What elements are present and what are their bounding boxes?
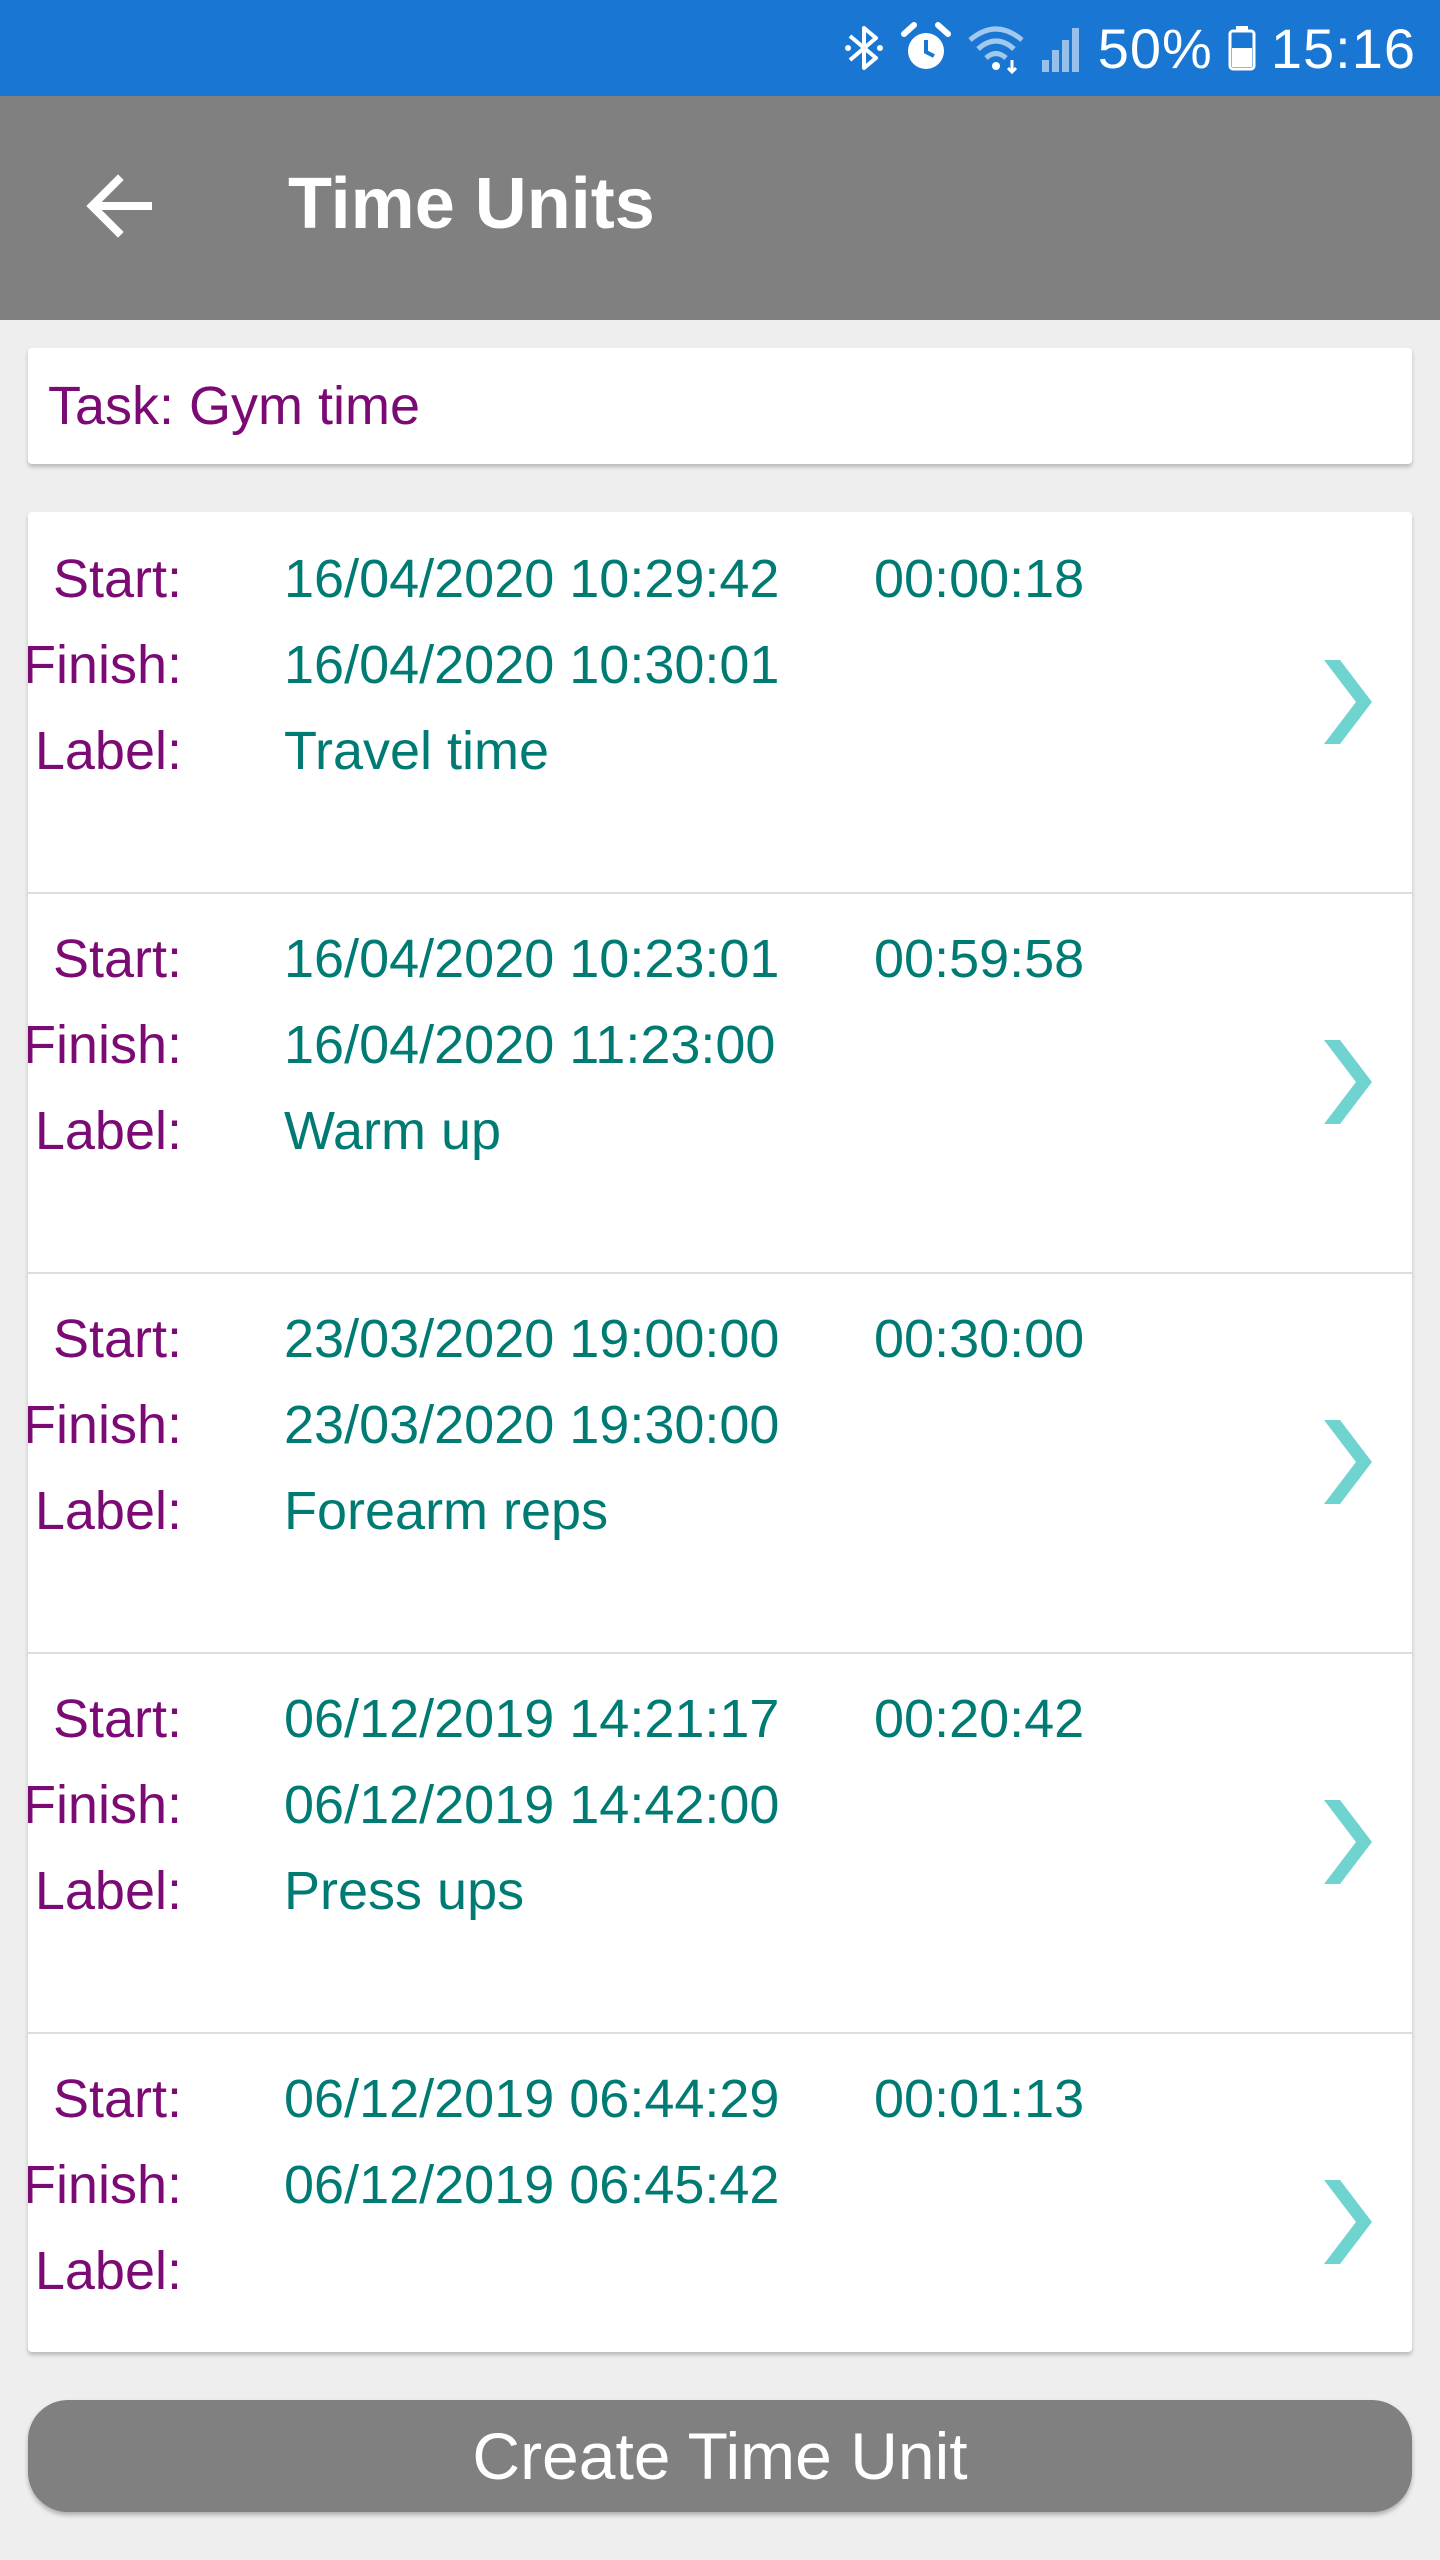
finish-line: Finish: 06/12/2019 14:42:00 bbox=[28, 1762, 1308, 1848]
finish-label: Finish: bbox=[28, 1015, 182, 1075]
label-value: Travel time bbox=[284, 721, 550, 781]
start-line: Start: 16/04/2020 10:29:42 00:00:18 bbox=[28, 536, 1308, 622]
list-item[interactable]: Start: 16/04/2020 10:23:01 00:59:58 Finish:… bbox=[28, 892, 1412, 1274]
list-item[interactable]: Start: 06/12/2019 06:44:29 00:01:13 Finish:… bbox=[28, 2032, 1412, 2352]
task-header: Task: Gym time bbox=[28, 348, 1412, 464]
list-item[interactable]: Start: 23/03/2020 19:00:00 00:30:00 Finish:… bbox=[28, 1272, 1412, 1654]
label-line: Label: Press ups bbox=[28, 1848, 1308, 1934]
label-line: Label: Forearm reps bbox=[28, 1468, 1308, 1554]
label-label: Label: bbox=[34, 1861, 182, 1921]
start-line: Start: 06/12/2019 06:44:29 00:01:13 bbox=[28, 2056, 1308, 2142]
status-bar: 50% 15:16 bbox=[0, 0, 1440, 96]
list-item[interactable]: Start: 06/12/2019 14:21:17 00:20:42 Finish:… bbox=[28, 1652, 1412, 2034]
start-label: Start: bbox=[52, 1309, 182, 1369]
start-label: Start: bbox=[52, 2069, 182, 2129]
app-bar: Time Units bbox=[0, 96, 1440, 320]
finish-line: Finish: 16/04/2020 11:23:00 bbox=[28, 1002, 1308, 1088]
start-line: Start: 06/12/2019 14:21:17 00:20:42 bbox=[28, 1676, 1308, 1762]
start-line: Start: 23/03/2020 19:00:00 00:30:00 bbox=[28, 1296, 1308, 1382]
chevron-right-icon bbox=[1324, 2180, 1372, 2264]
duration-value: 00:20:42 bbox=[874, 1689, 1085, 1749]
create-time-unit-button[interactable]: Create Time Unit bbox=[28, 2400, 1412, 2512]
duration-value: 00:59:58 bbox=[874, 929, 1085, 989]
chevron-right-icon bbox=[1324, 1800, 1372, 1884]
finish-value: 06/12/2019 14:42:00 bbox=[284, 1775, 780, 1835]
duration-value: 00:30:00 bbox=[874, 1309, 1085, 1369]
label-value: Press ups bbox=[284, 1861, 525, 1921]
label-label: Label: bbox=[34, 2241, 182, 2301]
battery-percent: 50% bbox=[1097, 16, 1213, 80]
arrow-left-icon bbox=[86, 174, 152, 238]
bluetooth-icon bbox=[842, 20, 886, 76]
chevron-right-icon bbox=[1324, 1420, 1372, 1504]
finish-label: Finish: bbox=[28, 1775, 182, 1835]
start-label: Start: bbox=[52, 1689, 182, 1749]
back-button[interactable] bbox=[58, 144, 182, 268]
finish-value: 23/03/2020 19:30:00 bbox=[284, 1395, 780, 1455]
start-value: 06/12/2019 14:21:17 bbox=[284, 1689, 780, 1749]
finish-value: 16/04/2020 11:23:00 bbox=[284, 1015, 776, 1075]
duration-value: 00:00:18 bbox=[874, 549, 1085, 609]
finish-line: Finish: 16/04/2020 10:30:01 bbox=[28, 622, 1308, 708]
label-value: Warm up bbox=[284, 1101, 502, 1161]
chevron-right-icon bbox=[1324, 1040, 1372, 1124]
battery-icon bbox=[1227, 20, 1257, 76]
start-value: 16/04/2020 10:23:01 bbox=[284, 929, 780, 989]
signal-icon bbox=[1040, 20, 1084, 76]
time-unit-list: Start: 16/04/2020 10:29:42 00:00:18 Finish:… bbox=[28, 512, 1412, 2352]
duration-value: 00:01:13 bbox=[874, 2069, 1085, 2129]
finish-value: 06/12/2019 06:45:42 bbox=[284, 2155, 780, 2215]
label-label: Label: bbox=[34, 1481, 182, 1541]
finish-label: Finish: bbox=[28, 1395, 182, 1455]
label-line: Label: Travel time bbox=[28, 708, 1308, 794]
label-value: Forearm reps bbox=[284, 1481, 609, 1541]
page-title: Time Units bbox=[288, 164, 655, 244]
start-value: 06/12/2019 06:44:29 bbox=[284, 2069, 780, 2129]
label-label: Label: bbox=[34, 721, 182, 781]
start-label: Start: bbox=[52, 549, 182, 609]
finish-line: Finish: 23/03/2020 19:30:00 bbox=[28, 1382, 1308, 1468]
finish-line: Finish: 06/12/2019 06:45:42 bbox=[28, 2142, 1308, 2228]
start-line: Start: 16/04/2020 10:23:01 00:59:58 bbox=[28, 916, 1308, 1002]
list-item[interactable]: Start: 16/04/2020 10:29:42 00:00:18 Finish:… bbox=[28, 512, 1412, 894]
start-value: 23/03/2020 19:00:00 bbox=[284, 1309, 780, 1369]
clock: 15:16 bbox=[1270, 16, 1416, 80]
start-value: 16/04/2020 10:29:42 bbox=[284, 549, 780, 609]
status-icons: 50% 15:16 bbox=[842, 0, 1416, 96]
task-name: Task: Gym time bbox=[48, 376, 421, 436]
start-label: Start: bbox=[52, 929, 182, 989]
label-label: Label: bbox=[34, 1101, 182, 1161]
chevron-right-icon bbox=[1324, 660, 1372, 744]
label-line: Label: Warm up bbox=[28, 1088, 1308, 1174]
alarm-icon bbox=[900, 20, 952, 76]
finish-label: Finish: bbox=[28, 2155, 182, 2215]
label-line: Label: bbox=[28, 2228, 1308, 2314]
finish-label: Finish: bbox=[28, 635, 182, 695]
wifi-icon bbox=[966, 20, 1026, 76]
finish-value: 16/04/2020 10:30:01 bbox=[284, 635, 780, 695]
